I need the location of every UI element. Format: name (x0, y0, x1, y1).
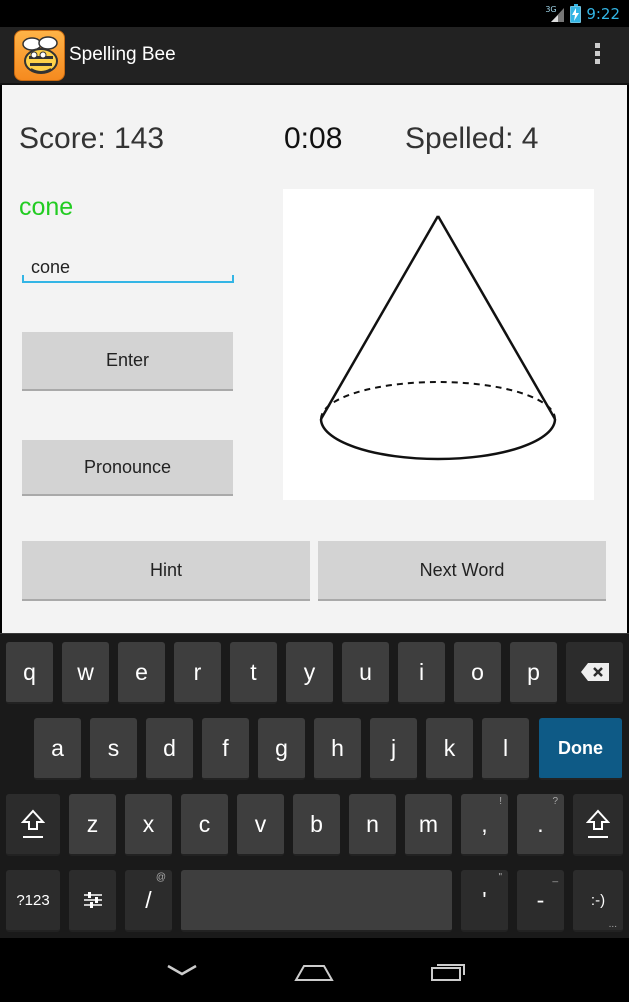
shift-key-left[interactable] (6, 794, 60, 856)
key-x[interactable]: x (125, 794, 172, 856)
settings-sliders-icon (83, 892, 102, 908)
key-p[interactable]: p (510, 642, 557, 704)
bee-app-icon[interactable] (14, 30, 65, 81)
key-t[interactable]: t (230, 642, 277, 704)
recent-apps-icon (431, 964, 465, 981)
key-dash-alt: _ (552, 872, 558, 883)
soft-keyboard: q w e r t y u i o p a s d f g h j k l Do… (0, 633, 629, 938)
score-label: Score: 143 (19, 122, 165, 155)
signal-icon: 3G (545, 5, 565, 23)
key-apostrophe-alt: " (498, 872, 502, 883)
key-y[interactable]: y (286, 642, 333, 704)
key-period[interactable]: . ? (517, 794, 564, 856)
spacebar[interactable] (181, 870, 452, 932)
key-comma[interactable]: , ! (461, 794, 508, 856)
network-type-label: 3G (545, 5, 557, 14)
pronounce-button[interactable]: Pronounce (22, 440, 233, 496)
backspace-key[interactable] (566, 642, 623, 704)
shift-key-right[interactable] (573, 794, 623, 856)
key-j[interactable]: j (370, 718, 417, 780)
key-slash-alt: @ (155, 872, 166, 883)
app-title: Spelling Bee (69, 44, 176, 65)
key-b[interactable]: b (293, 794, 340, 856)
key-period-alt: ? (552, 796, 558, 807)
enter-button[interactable]: Enter (22, 332, 233, 391)
key-i[interactable]: i (398, 642, 445, 704)
key-n[interactable]: n (349, 794, 396, 856)
back-hide-keyboard-button[interactable] (164, 958, 200, 984)
recent-apps-button[interactable] (428, 958, 468, 984)
key-comma-label: , (481, 810, 488, 837)
backspace-icon (580, 663, 609, 681)
key-d[interactable]: d (146, 718, 193, 780)
current-word: cone (19, 193, 74, 221)
key-dash[interactable]: - _ (517, 870, 564, 932)
key-a[interactable]: a (34, 718, 81, 780)
hint-button[interactable]: Hint (22, 541, 310, 601)
key-period-label: . (537, 810, 544, 837)
status-indicators: 3G 9:22 (545, 3, 620, 25)
smiley-key-alt: ... (608, 919, 617, 930)
key-s[interactable]: s (90, 718, 137, 780)
key-e[interactable]: e (118, 642, 165, 704)
cone-illustration (319, 215, 557, 461)
home-icon (294, 965, 334, 981)
navigation-bar (0, 938, 629, 1002)
answer-field-container (22, 253, 234, 283)
key-w[interactable]: w (62, 642, 109, 704)
key-q[interactable]: q (6, 642, 53, 704)
overflow-menu-icon[interactable] (593, 43, 601, 69)
battery-icon (570, 3, 582, 23)
shift-icon (586, 809, 610, 838)
word-picture (283, 189, 594, 500)
next-word-button[interactable]: Next Word (318, 541, 606, 601)
settings-key[interactable] (69, 870, 116, 932)
key-apostrophe[interactable]: ' " (461, 870, 508, 932)
done-key[interactable]: Done (539, 718, 622, 780)
key-f[interactable]: f (202, 718, 249, 780)
clock: 9:22 (586, 5, 620, 23)
shift-icon (21, 809, 45, 838)
symbols-key[interactable]: ?123 (6, 870, 60, 932)
action-bar: Spelling Bee (0, 27, 629, 85)
key-slash[interactable]: / @ (125, 870, 172, 932)
key-c[interactable]: c (181, 794, 228, 856)
timer-label: 0:08 (284, 122, 343, 155)
answer-input[interactable] (22, 253, 234, 281)
key-apostrophe-label: ' (482, 886, 487, 913)
key-m[interactable]: m (405, 794, 452, 856)
smiley-key[interactable]: :-) ... (573, 870, 623, 932)
key-z[interactable]: z (69, 794, 116, 856)
key-u[interactable]: u (342, 642, 389, 704)
smiley-key-label: :-) (590, 891, 606, 909)
key-dash-label: - (536, 886, 545, 913)
key-comma-alt: ! (499, 796, 502, 807)
key-h[interactable]: h (314, 718, 361, 780)
key-l[interactable]: l (482, 718, 529, 780)
status-bar: 3G 9:22 (0, 0, 629, 27)
key-v[interactable]: v (237, 794, 284, 856)
key-slash-label: / (145, 886, 152, 913)
key-o[interactable]: o (454, 642, 501, 704)
key-r[interactable]: r (174, 642, 221, 704)
home-button[interactable] (294, 958, 334, 984)
chevron-down-icon (167, 964, 197, 976)
spelled-count-label: Spelled: 4 (405, 122, 539, 155)
game-panel: Score: 143 0:08 Spelled: 4 cone Enter Pr… (2, 85, 627, 633)
key-k[interactable]: k (426, 718, 473, 780)
key-g[interactable]: g (258, 718, 305, 780)
